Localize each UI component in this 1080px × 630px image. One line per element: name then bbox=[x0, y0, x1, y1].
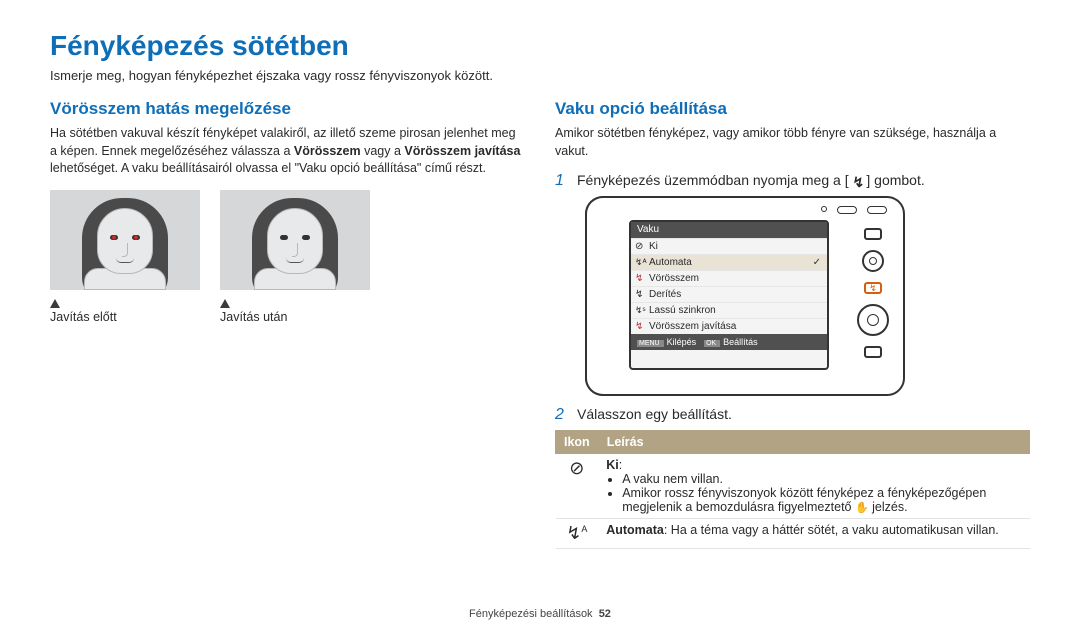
row-title: Automata bbox=[606, 523, 664, 537]
flash-auto-icon: ↯A bbox=[556, 519, 599, 549]
eye-icon bbox=[302, 235, 310, 240]
flash-heading: Vaku opció beállítása bbox=[555, 99, 1030, 119]
triangle-icon bbox=[220, 299, 230, 308]
redeye-heading: Vörösszem hatás megelőzése bbox=[50, 99, 525, 119]
power-button bbox=[862, 250, 884, 272]
menu-item-fill: Derítés bbox=[631, 286, 827, 302]
two-col-layout: Vörösszem hatás megelőzése Ha sötétben v… bbox=[50, 99, 1030, 549]
fn-button bbox=[864, 346, 882, 358]
redeye-paragraph: Ha sötétben vakuval készít fényképet val… bbox=[50, 125, 525, 178]
menu-item-off: Ki bbox=[631, 238, 827, 254]
step-text: Fényképezés üzemmódban nyomja meg a [ ] … bbox=[577, 172, 925, 190]
red-eye-icon bbox=[132, 235, 140, 240]
menu-set: Beállítás bbox=[704, 336, 758, 348]
table-row: ⊘ Ki: A vaku nem villan. Amikor rossz fé… bbox=[556, 454, 1030, 519]
th-icon: Ikon bbox=[556, 431, 599, 454]
col-redeye: Vörösszem hatás megelőzése Ha sötétben v… bbox=[50, 99, 525, 549]
eye-icon bbox=[280, 235, 288, 240]
col-flash: Vaku opció beállítása Amikor sötétben fé… bbox=[555, 99, 1030, 549]
caption-after: Javítás után bbox=[220, 310, 370, 324]
flash-off-icon: ⊘ bbox=[556, 454, 599, 519]
mode-button bbox=[864, 228, 882, 240]
step-text: Válasszon egy beállítást. bbox=[577, 406, 732, 424]
step-1: 1 Fényképezés üzemmódban nyomja meg a [ … bbox=[555, 172, 1030, 190]
portrait-before bbox=[50, 190, 200, 290]
page-intro: Ismerje meg, hogyan fényképezhet éjszaka… bbox=[50, 68, 1030, 83]
captions: Javítás előtt Javítás után bbox=[50, 296, 525, 324]
nav-dial bbox=[857, 304, 889, 336]
menu-item-redeye-fix: Vörösszem javítása bbox=[631, 318, 827, 334]
triangle-icon bbox=[50, 299, 60, 308]
step-number: 2 bbox=[555, 406, 569, 424]
row-body: : Ha a téma vagy a háttér sötét, a vaku … bbox=[664, 523, 999, 537]
row-bullet: A vaku nem villan. bbox=[622, 472, 1021, 486]
menu-exit: Kilépés bbox=[637, 336, 696, 348]
footer-section: Fényképezési beállítások bbox=[469, 608, 593, 620]
text: vagy a bbox=[364, 144, 404, 158]
portrait-pair bbox=[50, 190, 525, 290]
table-row: ↯A Automata: Ha a téma vagy a háttér söt… bbox=[556, 519, 1030, 549]
th-desc: Leírás bbox=[598, 431, 1029, 454]
menu-item-redeye: Vörösszem bbox=[631, 270, 827, 286]
shake-warning-icon: ✋ bbox=[855, 502, 869, 514]
step-number: 1 bbox=[555, 172, 569, 190]
menu-footer: Kilépés Beállítás bbox=[631, 334, 827, 350]
page-footer: Fényképezési beállítások 52 bbox=[0, 608, 1080, 620]
flash-icon bbox=[852, 174, 862, 188]
flash-button-highlighted: ↯ bbox=[864, 282, 882, 294]
menu-item-auto-selected: Automata bbox=[631, 254, 827, 270]
red-eye-icon bbox=[110, 235, 118, 240]
menu-title: Vaku bbox=[631, 222, 827, 238]
bold-redeye-fix: Vörösszem javítása bbox=[404, 144, 520, 158]
flash-paragraph: Amikor sötétben fényképez, vagy amikor t… bbox=[555, 125, 1030, 160]
menu-item-slow: Lassú szinkron bbox=[631, 302, 827, 318]
bold-redeye: Vörösszem bbox=[294, 144, 361, 158]
caption-before: Javítás előtt bbox=[50, 310, 200, 324]
page-title: Fényképezés sötétben bbox=[50, 30, 1030, 62]
camera-illustration: Vaku Ki Automata Vörösszem Derítés Lassú… bbox=[585, 196, 905, 396]
camera-buttons: ↯ bbox=[857, 228, 889, 358]
footer-page: 52 bbox=[599, 608, 611, 620]
options-table: Ikon Leírás ⊘ Ki: A vaku nem villan. Ami… bbox=[555, 430, 1030, 549]
step-2: 2 Válasszon egy beállítást. bbox=[555, 406, 1030, 424]
row-title: Ki bbox=[606, 458, 619, 472]
portrait-after bbox=[220, 190, 370, 290]
camera-lcd: Vaku Ki Automata Vörösszem Derítés Lassú… bbox=[629, 220, 829, 370]
row-bullet: Amikor rossz fényviszonyok között fényké… bbox=[622, 486, 1021, 514]
text: lehetőséget. A vaku beállításairól olvas… bbox=[50, 161, 486, 175]
